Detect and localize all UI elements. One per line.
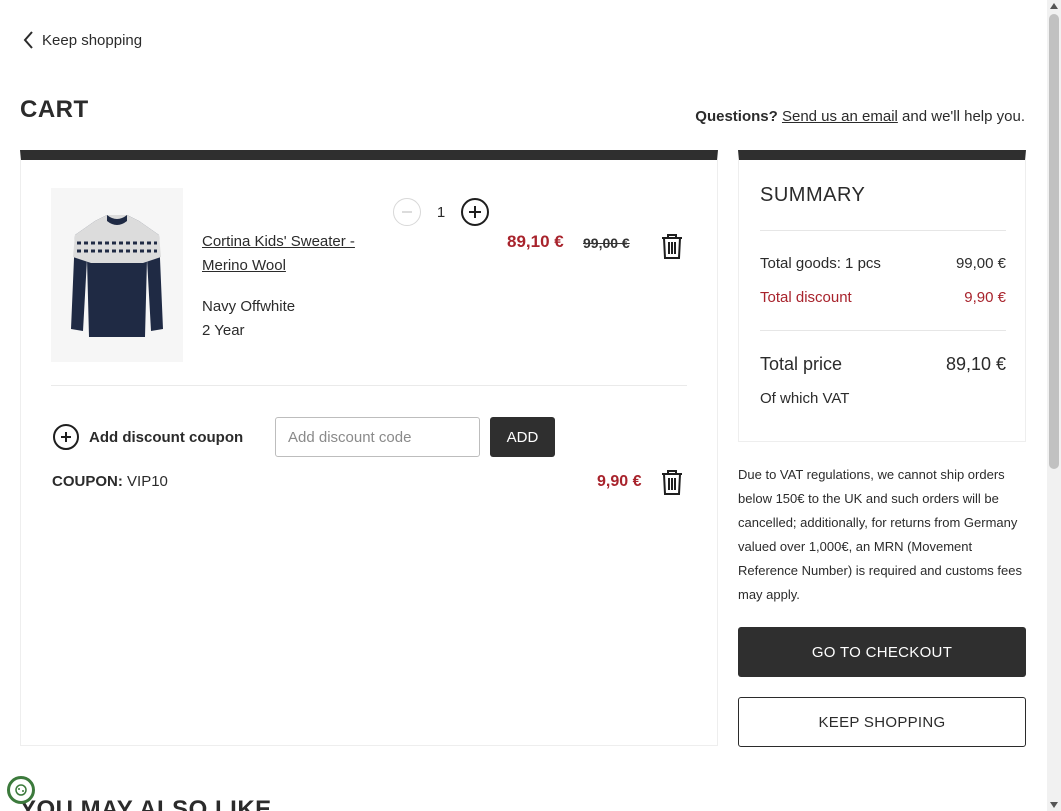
total-discount-row: Total discount 9,90 € — [760, 289, 1006, 306]
total-discount-label: Total discount — [760, 289, 852, 306]
product-color: Navy Offwhite — [202, 298, 296, 315]
add-coupon-button[interactable]: ADD — [490, 417, 555, 457]
add-discount-coupon-toggle[interactable]: Add discount coupon — [53, 424, 243, 450]
help-prefix: Questions? — [695, 108, 778, 125]
coupon-label: COUPON: — [52, 473, 123, 490]
help-suffix: and we'll help you. — [902, 108, 1025, 125]
total-discount-value: 9,90 € — [964, 289, 1006, 306]
decrease-quantity-button[interactable] — [393, 198, 421, 226]
keep-shopping-button[interactable]: KEEP SHOPPING — [738, 697, 1026, 747]
scroll-up-arrow-icon[interactable] — [1050, 3, 1058, 9]
vat-row: Of which VAT — [760, 390, 1006, 407]
coupon-amount: 9,90 € — [597, 473, 642, 490]
product-image[interactable] — [51, 188, 183, 362]
remove-coupon-trash-icon[interactable] — [659, 468, 685, 496]
summary-title: SUMMARY — [760, 184, 866, 206]
item-price: 89,10 € — [507, 232, 564, 251]
recommendations-title: YOU MAY ALSO LIKE — [20, 796, 272, 811]
scrollbar-thumb[interactable] — [1049, 14, 1059, 469]
item-original-price: 99,00 € — [583, 235, 630, 251]
add-discount-coupon-label: Add discount coupon — [89, 428, 244, 446]
sweater-image — [71, 215, 163, 337]
vat-label: Of which VAT — [760, 390, 850, 407]
plus-icon — [469, 206, 481, 218]
summary-panel: SUMMARY Total goods: 1 pcs 99,00 € Total… — [738, 150, 1026, 442]
total-goods-label: Total goods: 1 pcs — [760, 255, 881, 272]
vertical-scrollbar[interactable] — [1047, 0, 1061, 811]
quantity-stepper: 1 — [393, 198, 489, 226]
go-to-checkout-button[interactable]: GO TO CHECKOUT — [738, 627, 1026, 677]
cookie-settings-icon[interactable] — [7, 776, 35, 804]
keep-shopping-link[interactable]: Keep shopping — [22, 30, 142, 50]
scroll-down-arrow-icon[interactable] — [1050, 802, 1058, 808]
email-link[interactable]: Send us an email — [782, 108, 898, 125]
total-goods-value: 99,00 € — [955, 255, 1006, 272]
summary-divider — [760, 230, 1006, 231]
circle-plus-icon — [53, 424, 79, 450]
total-goods-row: Total goods: 1 pcs 99,00 € — [760, 255, 1006, 272]
product-size: 2 Year — [202, 322, 245, 339]
product-name-link[interactable]: Cortina Kids' Sweater - Merino Wool — [202, 230, 382, 278]
vat-notice: Due to VAT regulations, we cannot ship o… — [738, 467, 1022, 602]
discount-code-input[interactable] — [275, 417, 480, 457]
summary-divider — [760, 330, 1006, 331]
increase-quantity-button[interactable] — [461, 198, 489, 226]
applied-coupon: COUPON: VIP10 — [52, 473, 168, 490]
coupon-code: VIP10 — [127, 473, 168, 490]
help-text: Questions? Send us an email and we'll he… — [695, 108, 1025, 125]
divider — [51, 385, 687, 386]
keep-shopping-label: Keep shopping — [42, 31, 143, 49]
chevron-left-icon — [23, 31, 33, 49]
total-price-label: Total price — [760, 354, 843, 374]
total-price-value: 89,10 € — [945, 354, 1006, 374]
total-price-row: Total price 89,10 € — [760, 354, 1006, 375]
remove-item-trash-icon[interactable] — [659, 232, 685, 260]
cart-panel: Cortina Kids' Sweater - Merino Wool Navy… — [20, 150, 718, 746]
page-title: CART — [20, 96, 89, 123]
quantity-value: 1 — [436, 203, 446, 221]
minus-icon — [402, 211, 412, 213]
